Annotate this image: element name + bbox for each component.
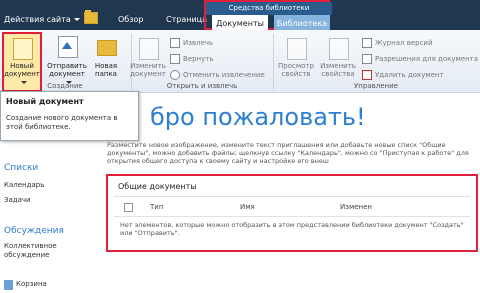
team-discussion-label-2: обсуждение — [4, 251, 50, 259]
sidebar-item-recycle-bin[interactable]: Корзина — [16, 280, 47, 288]
sidebar-item-tasks[interactable]: Задачи — [4, 196, 31, 205]
site-actions-menu[interactable]: Действия сайта — [4, 15, 80, 24]
new-document-label-1: Новый — [10, 62, 34, 70]
group-manage-label: Управление — [354, 82, 398, 90]
checkout-icon — [170, 38, 180, 48]
library-tools-title: Средства библиотеки — [206, 2, 332, 15]
permissions-icon — [362, 54, 372, 64]
version-history-button[interactable]: Журнал версий — [362, 38, 433, 48]
edit-props-label-1: Изменить — [320, 62, 356, 70]
select-all-checkbox[interactable] — [124, 203, 133, 212]
ribbon-separator — [273, 34, 274, 90]
edit-properties-button[interactable]: Изменить свойства — [318, 34, 358, 78]
checkin-button[interactable]: Вернуть — [170, 54, 213, 64]
tab-overview[interactable]: Обзор — [118, 15, 143, 24]
edit-props-label-2: свойства — [321, 70, 355, 78]
edit-document-label-1: Изменить — [130, 62, 166, 70]
column-type-header[interactable]: Тип — [150, 203, 163, 211]
edit-properties-icon — [329, 38, 349, 60]
shared-documents-webpart: Общие документы Тип Имя Изменен Нет элем… — [106, 174, 478, 252]
team-discussion-label-1: Коллективное — [4, 242, 57, 250]
view-properties-icon — [287, 38, 307, 60]
column-modified-header[interactable]: Изменен — [340, 203, 372, 211]
tooltip-body: Создание нового документа в этой библиот… — [6, 114, 118, 131]
document-permissions-button[interactable]: Разрешения для документа — [362, 54, 478, 64]
new-document-tooltip: Новый документ Создание нового документа… — [0, 91, 139, 141]
arrow-up-icon — [62, 42, 72, 49]
folder-icon[interactable] — [84, 10, 98, 24]
column-name-header[interactable]: Имя — [240, 203, 255, 211]
new-folder-label-1: Новая — [94, 62, 118, 70]
tab-page[interactable]: Страница — [166, 15, 207, 24]
sidebar-item-calendar[interactable]: Календарь — [4, 181, 44, 190]
divider — [114, 196, 470, 197]
welcome-heading: бро пожаловать! — [150, 103, 366, 131]
view-properties-button[interactable]: Просмотр свойств — [276, 34, 316, 78]
intro-text: Разместите новое изображение, измените т… — [107, 141, 469, 165]
tooltip-title: Новый документ — [6, 97, 84, 106]
library-tools-tab-group: Средства библиотеки Документы Библиотека — [204, 0, 332, 32]
discard-checkout-button[interactable]: Отменить извлечение — [170, 70, 265, 80]
empty-list-message: Нет элементов, которые можно отобразить … — [120, 221, 464, 237]
upload-document-button[interactable]: Отправить документ — [46, 34, 88, 84]
discard-icon — [170, 70, 180, 80]
delete-document-button[interactable]: Удалить документ — [362, 70, 444, 80]
group-open-label: Открыть и извлечь — [166, 82, 238, 90]
webpart-title[interactable]: Общие документы — [118, 182, 197, 191]
checkin-icon — [170, 54, 180, 64]
delete-icon — [362, 70, 372, 80]
site-actions-label: Действия сайта — [4, 15, 71, 24]
new-document-icon — [13, 38, 33, 60]
new-folder-button[interactable]: Новая папка — [90, 34, 122, 78]
edit-document-icon — [139, 38, 159, 60]
upload-label-1: Отправить — [47, 62, 87, 70]
divider — [114, 216, 470, 217]
edit-document-button[interactable]: Изменить документ — [128, 34, 168, 78]
new-folder-icon — [97, 40, 117, 56]
sidebar-lists-heading[interactable]: Списки — [4, 163, 38, 173]
group-create-label: Создание — [47, 82, 83, 90]
chevron-down-icon — [73, 18, 80, 21]
sidebar-item-team-discussion[interactable]: Коллективное обсуждение — [4, 242, 57, 260]
new-folder-label-2: папка — [95, 70, 117, 78]
view-props-label-2: свойств — [281, 70, 311, 78]
version-history-icon — [362, 38, 372, 48]
checkout-button[interactable]: Извлечь — [170, 38, 213, 48]
sidebar-discussions-heading[interactable]: Обсуждения — [4, 226, 64, 236]
edit-document-label-2: документ — [130, 70, 166, 78]
recycle-bin-icon[interactable] — [4, 280, 13, 290]
view-props-label-1: Просмотр — [278, 62, 314, 70]
